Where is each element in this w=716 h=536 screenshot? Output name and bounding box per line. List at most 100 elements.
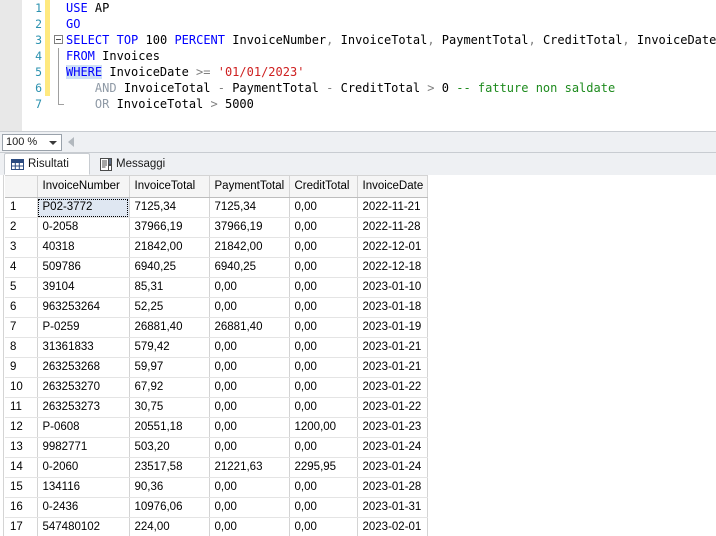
sql-editor-pane[interactable]: 1 USE AP 2 GO 3 SELECT TOP 100 PERCENT Invoic… <box>0 0 716 131</box>
table-cell[interactable]: 7125,34 <box>209 197 290 218</box>
table-cell[interactable]: 21221,63 <box>209 457 290 478</box>
table-row[interactable]: 11 263253273 30,75 0,00 0,00 2023-01-22 <box>5 397 428 418</box>
table-row[interactable]: 17 547480102 224,00 0,00 0,00 2023-02-01 <box>5 517 428 536</box>
table-cell[interactable]: 0,00 <box>209 377 290 398</box>
table-cell[interactable]: 59,97 <box>129 357 210 378</box>
row-number-cell[interactable]: 4 <box>5 257 38 278</box>
table-row[interactable]: 3 40318 21842,00 21842,00 0,00 2022-12-01 <box>5 237 428 258</box>
table-cell[interactable]: 2023-01-10 <box>357 277 428 298</box>
table-cell[interactable]: 263253273 <box>37 397 130 418</box>
results-table-body[interactable]: 1 P02-3772 7125,34 7125,34 0,00 2022-11-21 2 0-… <box>5 197 428 536</box>
table-cell[interactable]: 0,00 <box>289 317 358 338</box>
table-cell[interactable]: 0,00 <box>209 357 290 378</box>
row-number-cell[interactable]: 3 <box>5 237 38 258</box>
table-cell[interactable]: 0,00 <box>289 357 358 378</box>
header-invoicedate[interactable]: InvoiceDate <box>357 175 428 198</box>
row-number-cell[interactable]: 12 <box>5 417 38 438</box>
table-cell[interactable]: 6940,25 <box>129 257 210 278</box>
table-cell[interactable]: 0,00 <box>289 397 358 418</box>
table-cell[interactable]: 0,00 <box>209 497 290 518</box>
code-line[interactable]: 7 OR InvoiceTotal > 5000 <box>0 96 716 112</box>
table-cell[interactable]: 547480102 <box>37 517 130 536</box>
collapse-minus-icon[interactable] <box>54 35 63 44</box>
table-cell[interactable]: 263253270 <box>37 377 130 398</box>
table-cell[interactable]: 23517,58 <box>129 457 210 478</box>
table-cell[interactable]: 134116 <box>37 477 130 498</box>
table-cell[interactable]: 963253264 <box>37 297 130 318</box>
table-cell[interactable]: 2022-12-18 <box>357 257 428 278</box>
table-cell[interactable]: 0,00 <box>209 277 290 298</box>
table-row[interactable]: 15 134116 90,36 0,00 0,00 2023-01-28 <box>5 477 428 498</box>
table-cell[interactable]: 2023-01-28 <box>357 477 428 498</box>
table-cell[interactable]: 7125,34 <box>129 197 210 218</box>
code-line[interactable]: 1 USE AP <box>0 0 716 16</box>
table-cell[interactable]: 2022-11-21 <box>357 197 428 218</box>
table-cell[interactable]: 67,92 <box>129 377 210 398</box>
table-cell[interactable]: 37966,19 <box>129 217 210 238</box>
row-number-cell[interactable]: 10 <box>5 377 38 398</box>
code-line[interactable]: 2 GO <box>0 16 716 32</box>
table-cell[interactable]: 0,00 <box>289 497 358 518</box>
table-cell[interactable]: 0-2436 <box>37 497 130 518</box>
table-cell[interactable]: 0,00 <box>289 377 358 398</box>
row-number-cell[interactable]: 8 <box>5 337 38 358</box>
table-row[interactable]: 1 P02-3772 7125,34 7125,34 0,00 2022-11-21 <box>5 197 428 218</box>
table-cell[interactable]: 579,42 <box>129 337 210 358</box>
table-cell[interactable]: 21842,00 <box>129 237 210 258</box>
table-cell[interactable]: 0,00 <box>209 517 290 536</box>
header-invoicetotal[interactable]: InvoiceTotal <box>129 175 210 198</box>
table-cell[interactable]: 0,00 <box>289 437 358 458</box>
row-number-cell[interactable]: 9 <box>5 357 38 378</box>
table-cell[interactable]: 0,00 <box>209 397 290 418</box>
table-cell[interactable]: 0,00 <box>209 437 290 458</box>
table-cell[interactable]: 2023-01-18 <box>357 297 428 318</box>
table-cell[interactable]: 2023-01-24 <box>357 457 428 478</box>
code-line[interactable]: 6 AND InvoiceTotal - PaymentTotal - Cred… <box>0 80 716 96</box>
table-cell[interactable]: 503,20 <box>129 437 210 458</box>
results-table[interactable]: InvoiceNumber InvoiceTotal PaymentTotal … <box>5 175 428 536</box>
row-number-cell[interactable]: 16 <box>5 497 38 518</box>
fold-column[interactable] <box>52 80 66 96</box>
chevron-down-icon[interactable] <box>49 141 57 145</box>
results-grid-pane[interactable]: InvoiceNumber InvoiceTotal PaymentTotal … <box>0 175 716 536</box>
table-cell[interactable]: 2023-01-21 <box>357 337 428 358</box>
table-cell[interactable]: 37966,19 <box>209 217 290 238</box>
fold-column[interactable] <box>52 16 66 32</box>
row-number-cell[interactable]: 1 <box>5 197 38 218</box>
header-credittotal[interactable]: CreditTotal <box>289 175 358 198</box>
table-cell[interactable]: 2023-02-01 <box>357 517 428 536</box>
table-cell[interactable]: P-0608 <box>37 417 130 438</box>
table-cell[interactable]: 6940,25 <box>209 257 290 278</box>
table-cell[interactable]: 0,00 <box>289 517 358 536</box>
row-number-cell[interactable]: 17 <box>5 517 38 536</box>
table-row[interactable]: 9 263253268 59,97 0,00 0,00 2023-01-21 <box>5 357 428 378</box>
editor-split-handle[interactable] <box>68 137 74 147</box>
table-row[interactable]: 14 0-2060 23517,58 21221,63 2295,95 2023-01-2… <box>5 457 428 478</box>
row-number-cell[interactable]: 7 <box>5 317 38 338</box>
table-cell[interactable]: 0,00 <box>209 417 290 438</box>
code-line[interactable]: 5 WHERE InvoiceDate >= '01/01/2023' <box>0 64 716 80</box>
fold-column[interactable] <box>52 96 66 112</box>
table-cell[interactable]: P-0259 <box>37 317 130 338</box>
table-cell[interactable]: 52,25 <box>129 297 210 318</box>
fold-column[interactable] <box>52 32 66 48</box>
table-cell[interactable]: 0,00 <box>209 477 290 498</box>
table-cell[interactable]: 0,00 <box>289 297 358 318</box>
table-cell[interactable]: 0,00 <box>289 477 358 498</box>
table-row[interactable]: 6 963253264 52,25 0,00 0,00 2023-01-18 <box>5 297 428 318</box>
table-cell[interactable]: 0-2058 <box>37 217 130 238</box>
table-cell[interactable]: 0,00 <box>289 277 358 298</box>
table-cell[interactable]: 0,00 <box>209 297 290 318</box>
table-cell[interactable]: 0,00 <box>209 337 290 358</box>
row-number-cell[interactable]: 14 <box>5 457 38 478</box>
table-cell[interactable]: 224,00 <box>129 517 210 536</box>
code-line[interactable]: 3 SELECT TOP 100 PERCENT InvoiceNumber, I… <box>0 32 716 48</box>
table-cell[interactable]: 2023-01-21 <box>357 357 428 378</box>
table-cell[interactable]: 0,00 <box>289 337 358 358</box>
table-row[interactable]: 2 0-2058 37966,19 37966,19 0,00 2022-11-28 <box>5 217 428 238</box>
table-cell[interactable]: 2022-12-01 <box>357 237 428 258</box>
row-number-cell[interactable]: 11 <box>5 397 38 418</box>
table-row[interactable]: 8 31361833 579,42 0,00 0,00 2023-01-21 <box>5 337 428 358</box>
table-cell[interactable]: 2023-01-31 <box>357 497 428 518</box>
table-cell[interactable]: 0,00 <box>289 257 358 278</box>
